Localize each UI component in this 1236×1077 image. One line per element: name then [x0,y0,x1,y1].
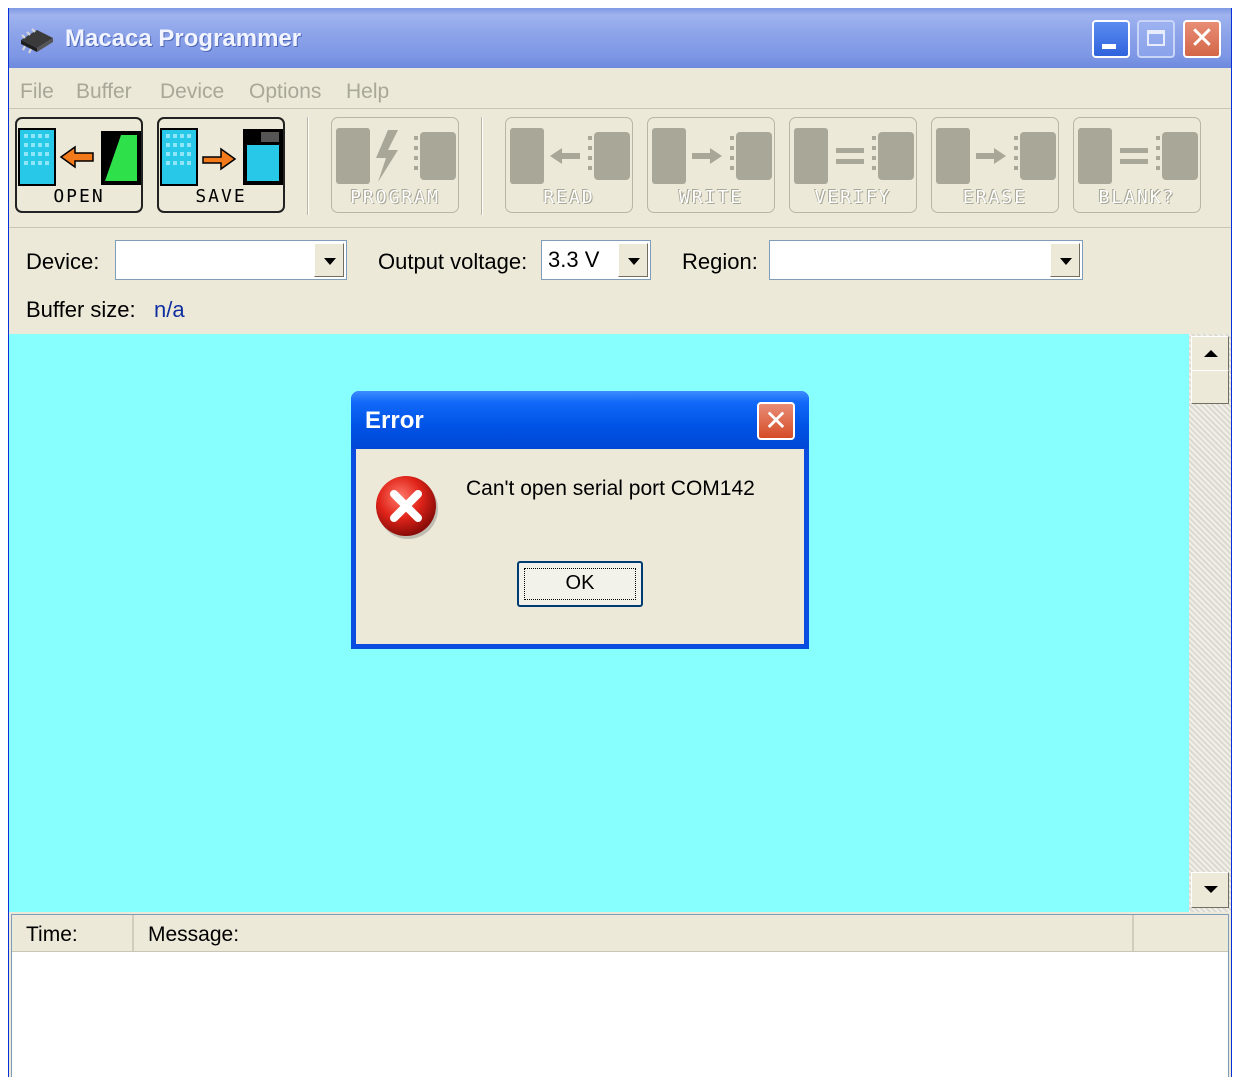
blank-check-button[interactable]: BLANK? [1073,117,1201,213]
menu-file[interactable]: File [20,80,54,104]
read-button[interactable]: READ [505,117,633,213]
region-select[interactable] [769,240,1083,280]
save-icon [160,128,283,186]
dialog-body: Can't open serial port COM142 OK [356,449,804,644]
write-label: WRITE [678,187,744,208]
menu-bar: File Buffer Device Options Help [9,68,1231,109]
chevron-down-icon[interactable] [618,243,648,277]
vertical-scrollbar[interactable] [1189,334,1231,912]
device-select[interactable] [115,240,347,280]
buffer-size-label: Buffer size: [26,297,136,322]
save-label: SAVE [195,186,247,207]
column-time[interactable]: Time: [12,915,134,951]
maximize-button[interactable] [1137,20,1175,58]
menu-help[interactable]: Help [346,80,389,104]
open-icon [18,128,141,186]
column-message[interactable]: Message: [134,915,1134,951]
buffer-size-value: n/a [154,297,185,322]
menu-options[interactable]: Options [249,80,321,104]
toolbar-separator [307,117,309,215]
program-icon [336,128,456,184]
open-label: OPEN [53,186,105,207]
save-button[interactable]: SAVE [157,117,285,213]
minimize-icon [1102,44,1116,49]
ok-label: OK [565,572,595,594]
verify-icon [794,128,914,184]
output-voltage-select[interactable]: 3.3 V [541,240,651,280]
toolbar: OPEN SAVE PROGRAM READ WRITE VERIFY ERAS… [9,109,1231,228]
region-label: Region: [682,249,758,274]
scroll-thumb[interactable] [1191,370,1229,404]
close-icon: ✕ [1189,21,1215,56]
write-icon [652,128,772,184]
title-bar[interactable]: Macaca Programmer ✕ [9,8,1231,68]
verify-label: VERIFY [814,187,892,208]
open-button[interactable]: OPEN [15,117,143,213]
erase-icon [936,128,1056,184]
minimize-button[interactable] [1092,20,1130,58]
output-voltage-value: 3.3 V [548,247,600,272]
error-icon [376,476,438,539]
blank-check-label: BLANK? [1098,187,1176,208]
menu-device[interactable]: Device [160,80,224,104]
menu-buffer[interactable]: Buffer [76,80,132,104]
dialog-message: Can't open serial port COM142 [466,477,755,500]
erase-label: ERASE [962,187,1028,208]
window-title: Macaca Programmer [65,25,302,52]
chevron-down-icon[interactable] [314,243,344,277]
dialog-title: Error [365,407,424,434]
blank-check-icon [1078,128,1198,184]
scroll-up-button[interactable] [1191,336,1229,372]
maximize-icon [1147,30,1165,46]
output-voltage-label: Output voltage: [378,249,528,274]
log-header: Time: Message: [12,915,1228,952]
close-button[interactable]: ✕ [1183,20,1221,58]
write-button[interactable]: WRITE [647,117,775,213]
error-dialog: Error ✕ Can't open serial port COM142 OK [351,391,809,649]
toolbar-separator [481,117,483,215]
device-label: Device: [26,249,100,274]
read-icon [510,128,630,184]
erase-button[interactable]: ERASE [931,117,1059,213]
column-time-label: Time: [26,923,78,946]
chip-app-icon [21,28,53,54]
dialog-title-bar[interactable]: Error ✕ [351,391,809,449]
program-label: PROGRAM [350,187,440,208]
read-label: READ [543,187,595,208]
dialog-close-button[interactable]: ✕ [757,402,795,440]
verify-button[interactable]: VERIFY [789,117,917,213]
ok-button[interactable]: OK [517,561,643,607]
message-log[interactable]: Time: Message: [11,914,1229,1077]
column-message-label: Message: [148,923,240,946]
close-icon: ✕ [764,404,788,437]
scroll-down-button[interactable] [1191,872,1229,908]
chevron-down-icon[interactable] [1050,243,1080,277]
program-button[interactable]: PROGRAM [331,117,459,213]
